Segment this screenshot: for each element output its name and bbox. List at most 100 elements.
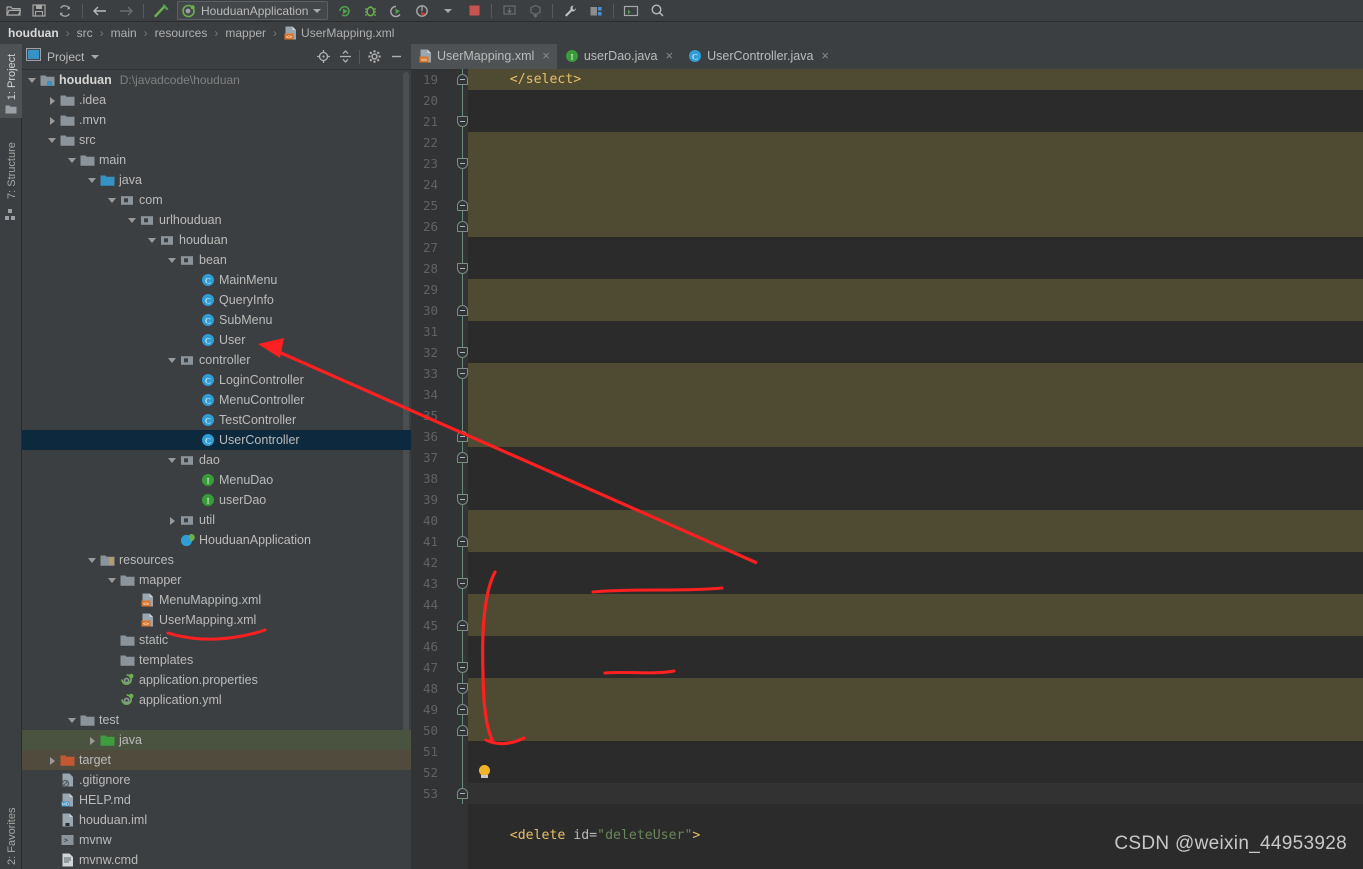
close-icon[interactable]: × [821,48,829,63]
chevron-down-icon[interactable] [168,456,177,465]
tree-item-menudao[interactable]: I MenuDao [22,470,411,490]
collapse-all-icon[interactable] [334,47,356,67]
tree-item-resources[interactable]: resources [22,550,411,570]
chevron-down-icon[interactable] [148,236,157,245]
fold-toggle-start[interactable] [457,683,468,694]
tree-item-bean[interactable]: bean [22,250,411,270]
breadcrumb-item-mapper[interactable]: mapper [225,26,266,40]
tree-item-com[interactable]: com [22,190,411,210]
tree-item-houduan[interactable]: houduan D:\javadcode\houduan [22,70,411,90]
tree-item-templates[interactable]: templates [22,650,411,670]
fold-toggle-end[interactable] [457,704,468,715]
breadcrumb-item-resources[interactable]: resources [155,26,208,40]
lightbulb-icon[interactable] [478,765,491,779]
search-everywhere-icon[interactable] [644,1,670,21]
chevron-right-icon[interactable] [48,96,57,105]
project-tree[interactable]: houduan D:\javadcode\houduan .idea .mvn src m… [22,70,411,869]
tree-item-application-yml[interactable]: application.yml [22,690,411,710]
chevron-right-icon[interactable] [88,736,97,745]
fold-toggle-start[interactable] [457,662,468,673]
fold-toggle-end[interactable] [457,74,468,85]
stripe-button-project[interactable]: 1: Project [1,51,23,103]
structure-icon[interactable] [583,1,609,21]
tree-item-util[interactable]: util [22,510,411,530]
fold-toggle-end[interactable] [457,305,468,316]
close-icon[interactable]: × [542,48,550,63]
tree-item-target[interactable]: target [22,750,411,770]
fold-toggle-end[interactable] [457,200,468,211]
chevron-down-icon[interactable] [313,8,322,13]
debug-icon[interactable] [357,1,383,21]
tree-item-test[interactable]: test [22,710,411,730]
tree-item-java[interactable]: java [22,730,411,750]
tree-item-usercontroller[interactable]: C UserController [22,430,411,450]
chevron-down-icon[interactable] [168,356,177,365]
tree-item-queryinfo[interactable]: C QueryInfo [22,290,411,310]
tree-item-static[interactable]: static [22,630,411,650]
tree-item-mvnw-cmd[interactable]: mvnw.cmd [22,850,411,869]
locate-target-icon[interactable] [312,47,334,67]
tab-usermapping-xml[interactable]: <> UserMapping.xml × [411,44,557,69]
fold-toggle-start[interactable] [457,578,468,589]
sync-refresh-icon[interactable] [52,1,78,21]
fold-toggle-start[interactable] [457,347,468,358]
fold-toggle-start[interactable] [457,368,468,379]
chevron-down-icon[interactable] [48,136,57,145]
fold-toggle-end[interactable] [457,620,468,631]
tree-item-testcontroller[interactable]: C TestController [22,410,411,430]
chevron-down-icon-profile[interactable] [435,1,461,21]
stripe-button-structure[interactable]: 7: Structure [1,142,23,199]
tree-item--mvn[interactable]: .mvn [22,110,411,130]
tree-item-userdao[interactable]: IuserDao [22,490,411,510]
tree-item-urlhouduan[interactable]: urlhouduan [22,210,411,230]
tab-userdao-java[interactable]: I userDao.java × [557,44,680,69]
chevron-down-icon[interactable] [88,176,97,185]
chevron-right-icon[interactable] [168,516,177,525]
wrench-icon[interactable] [557,1,583,21]
chevron-down-icon[interactable] [68,156,77,165]
tree-item-application-properties[interactable]: application.properties [22,670,411,690]
breadcrumb-item-main[interactable]: main [111,26,137,40]
tree-item-mapper[interactable]: mapper [22,570,411,590]
build-hammer-icon[interactable] [148,1,174,21]
chevron-down-icon[interactable] [68,716,77,725]
tree-item-help-md[interactable]: MD HELP.md [22,790,411,810]
fold-toggle-start[interactable] [457,263,468,274]
fold-strip[interactable] [457,69,468,869]
update-app-icon[interactable] [496,1,522,21]
fold-toggle-end[interactable] [457,788,468,799]
deploy-icon[interactable] [522,1,548,21]
fold-toggle-start[interactable] [457,116,468,127]
stripe-button-favorites[interactable]: 2: Favorites [1,808,23,865]
gear-icon[interactable] [363,47,385,67]
tree-item--gitignore[interactable]: .gitignore [22,770,411,790]
back-arrow-icon[interactable] [87,1,113,21]
chevron-down-icon[interactable] [108,576,117,585]
chevron-down-icon[interactable] [91,54,100,59]
tree-item-houduanapplication[interactable]: HouduanApplication [22,530,411,550]
tree-item-user[interactable]: C User [22,330,411,350]
run-configuration-selector[interactable]: HouduanApplication [177,1,329,20]
chevron-down-icon[interactable] [108,196,117,205]
tree-item-houduan[interactable]: houduan [22,230,411,250]
tree-item-java[interactable]: java [22,170,411,190]
tree-item-submenu[interactable]: C SubMenu [22,310,411,330]
breadcrumb-item-src[interactable]: src [77,26,93,40]
fold-toggle-end[interactable] [457,536,468,547]
fold-toggle-start[interactable] [457,494,468,505]
run-with-coverage-icon[interactable] [383,1,409,21]
tree-item-src[interactable]: src [22,130,411,150]
stop-icon[interactable] [461,1,487,21]
tree-item-main[interactable]: main [22,150,411,170]
tree-item-mainmenu[interactable]: C MainMenu [22,270,411,290]
tree-item-houduan-iml[interactable]: houduan.iml [22,810,411,830]
code-line[interactable]: </select> [468,69,1363,90]
tree-item-menumapping-xml[interactable]: <> MenuMapping.xml [22,590,411,610]
breadcrumb-item-houduan[interactable]: houduan [8,26,59,40]
open-folder-icon[interactable] [0,1,26,21]
breadcrumb-item-file[interactable]: UserMapping.xml [301,26,394,40]
fold-toggle-start[interactable] [457,158,468,169]
terminal-icon[interactable] [618,1,644,21]
minimize-icon[interactable] [385,47,407,67]
tree-item--idea[interactable]: .idea [22,90,411,110]
